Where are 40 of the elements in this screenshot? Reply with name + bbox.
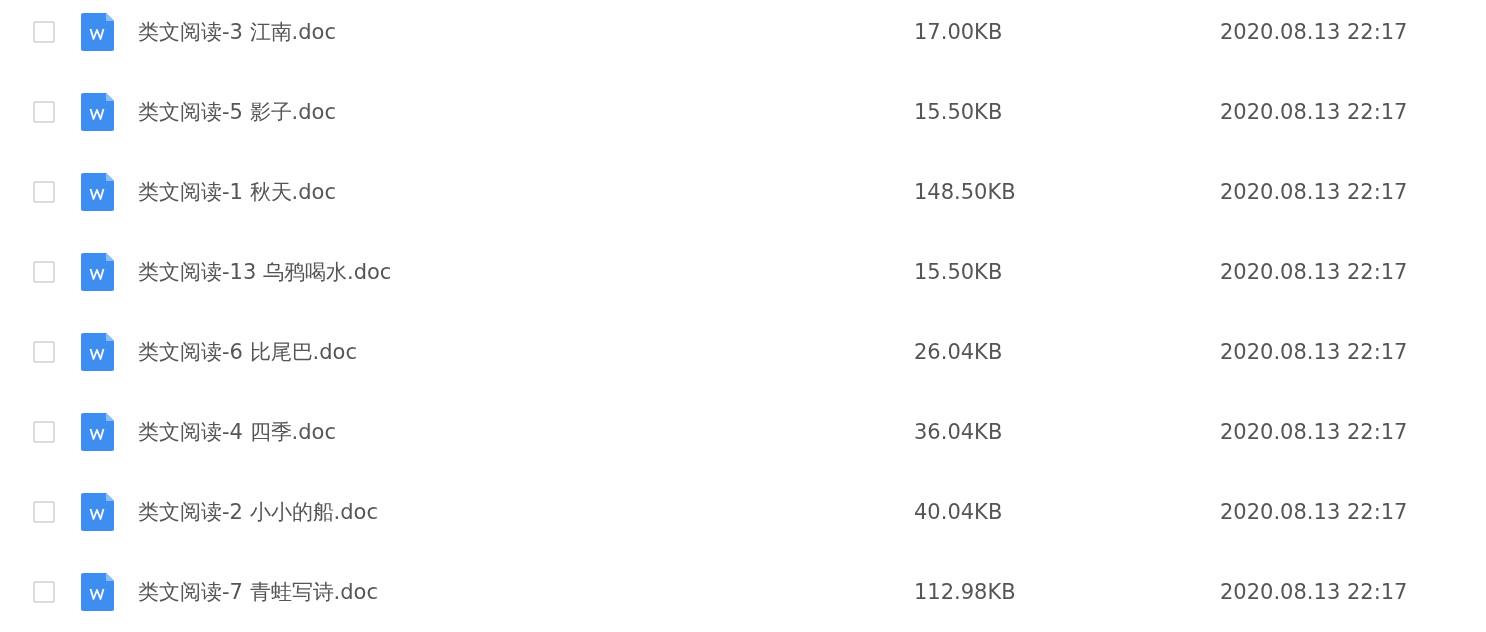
file-name[interactable]: 类文阅读-6 比尾巴.doc (138, 338, 914, 366)
file-name[interactable]: 类文阅读-2 小小的船.doc (138, 498, 914, 526)
file-name[interactable]: 类文阅读-3 江南.doc (138, 18, 914, 46)
checkbox[interactable] (33, 341, 55, 363)
checkbox[interactable] (33, 421, 55, 443)
modified-date: 2020.08.13 22:17 (1220, 580, 1408, 604)
word-document-icon (81, 253, 114, 291)
word-document-icon (81, 173, 114, 211)
file-size: 36.04KB (914, 420, 1004, 444)
word-document-icon (81, 573, 114, 611)
checkbox[interactable] (33, 21, 55, 43)
modified-date: 2020.08.13 22:17 (1220, 500, 1408, 524)
checkbox[interactable] (33, 581, 55, 603)
word-document-icon (81, 93, 114, 131)
modified-date: 2020.08.13 22:17 (1220, 20, 1408, 44)
word-document-icon (81, 493, 114, 531)
file-name[interactable]: 类文阅读-1 秋天.doc (138, 178, 914, 206)
modified-date: 2020.08.13 22:17 (1220, 420, 1408, 444)
file-size: 17.00KB (914, 20, 1004, 44)
file-size: 26.04KB (914, 340, 1004, 364)
modified-date: 2020.08.13 22:17 (1220, 180, 1408, 204)
modified-date: 2020.08.13 22:17 (1220, 100, 1408, 124)
checkbox[interactable] (33, 181, 55, 203)
word-document-icon (81, 13, 114, 51)
checkbox[interactable] (33, 501, 55, 523)
checkbox[interactable] (33, 101, 55, 123)
file-size: 15.50KB (914, 260, 1004, 284)
modified-date: 2020.08.13 22:17 (1220, 340, 1408, 364)
file-name[interactable]: 类文阅读-4 四季.doc (138, 418, 914, 446)
file-name[interactable]: 类文阅读-5 影子.doc (138, 98, 914, 126)
file-name[interactable]: 类文阅读-7 青蛙写诗.doc (138, 578, 914, 606)
word-document-icon (81, 413, 114, 451)
file-name[interactable]: 类文阅读-13 乌鸦喝水.doc (138, 258, 914, 286)
file-size: 112.98KB (914, 580, 1017, 604)
file-size: 40.04KB (914, 500, 1004, 524)
word-document-icon (81, 333, 114, 371)
file-size: 15.50KB (914, 100, 1004, 124)
checkbox[interactable] (33, 261, 55, 283)
file-size: 148.50KB (914, 180, 1017, 204)
modified-date: 2020.08.13 22:17 (1220, 260, 1408, 284)
